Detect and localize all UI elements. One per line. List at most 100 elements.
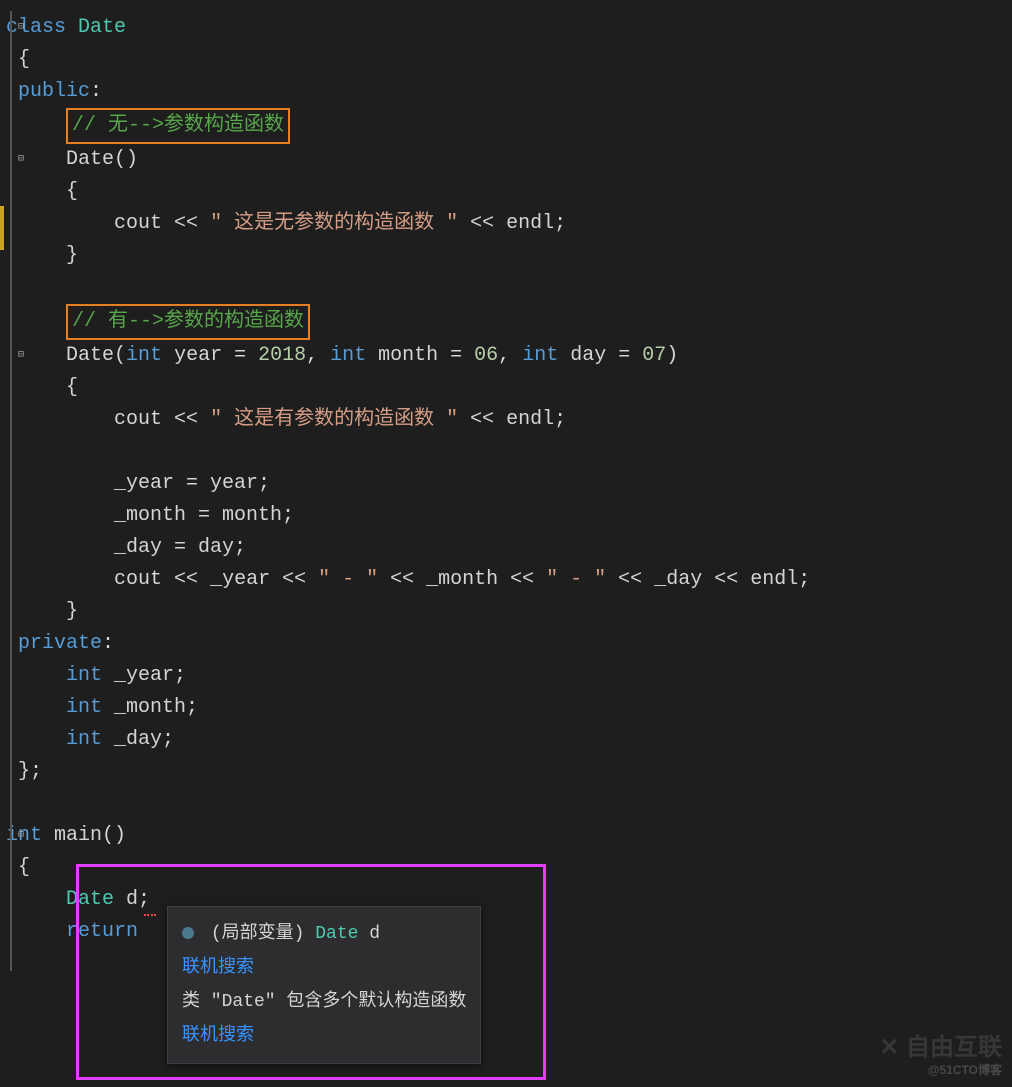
endl: endl: [506, 212, 554, 235]
number: 2018: [258, 344, 306, 367]
var-decl: d: [114, 888, 138, 911]
cout: cout: [114, 212, 162, 235]
code-line[interactable]: [6, 788, 1012, 820]
code-line[interactable]: // 有-->参数的构造函数: [6, 304, 1012, 340]
code-line[interactable]: _year = year;: [6, 468, 1012, 500]
code-line[interactable]: {: [6, 372, 1012, 404]
var: _year: [210, 568, 270, 591]
code-line[interactable]: cout << " 这是无参数的构造函数 " << endl;: [6, 208, 1012, 240]
tooltip-var-info: (局部变量) Date d: [182, 917, 466, 951]
op: <<: [378, 568, 426, 591]
brace: }: [18, 244, 78, 267]
op: <<: [702, 568, 750, 591]
semi: ;: [554, 408, 566, 431]
code-line[interactable]: return: [6, 916, 1012, 948]
brace: }: [18, 600, 78, 623]
code-line[interactable]: };: [6, 756, 1012, 788]
code-line[interactable]: {: [6, 44, 1012, 76]
brace: {: [18, 48, 30, 71]
member: _year;: [102, 664, 186, 687]
code-line[interactable]: {: [6, 852, 1012, 884]
comment: // 无-->参数构造函数: [72, 114, 284, 137]
op: <<: [458, 408, 506, 431]
gutter-marker: [10, 11, 12, 971]
main-fn: main: [42, 824, 102, 847]
brace-semi: };: [18, 760, 42, 783]
code-line[interactable]: public:: [6, 76, 1012, 108]
keyword-public: public: [18, 80, 90, 103]
comma: ,: [498, 344, 522, 367]
cout: cout: [114, 568, 162, 591]
keyword-return: return: [66, 920, 138, 943]
op: <<: [606, 568, 654, 591]
semi: ;: [798, 568, 810, 591]
brace: {: [18, 376, 78, 399]
parens: (): [114, 148, 138, 171]
gutter-marker: [0, 206, 4, 250]
code-line[interactable]: ⊟ Date(int year = 2018, int month = 06, …: [6, 340, 1012, 372]
code-line[interactable]: int _year;: [6, 660, 1012, 692]
code-line[interactable]: Date d;: [6, 884, 1012, 916]
var: _day: [654, 568, 702, 591]
type-int: int: [126, 344, 162, 367]
comma: ,: [306, 344, 330, 367]
string-literal: " 这是无参数的构造函数 ": [210, 212, 458, 235]
tooltip-error-message: 类 "Date" 包含多个默认构造函数: [182, 985, 466, 1019]
statement: _year = year;: [18, 472, 270, 495]
code-line[interactable]: [6, 436, 1012, 468]
statement: _day = day;: [18, 536, 246, 559]
op: <<: [162, 568, 210, 591]
code-line[interactable]: ⊟class Date: [6, 12, 1012, 44]
code-line[interactable]: cout << _year << " - " << _month << " - …: [6, 564, 1012, 596]
op: <<: [498, 568, 546, 591]
constructor-name: Date: [66, 148, 114, 171]
cout: cout: [114, 408, 162, 431]
code-line[interactable]: _month = month;: [6, 500, 1012, 532]
type-int: int: [66, 664, 102, 687]
statement: _month = month;: [18, 504, 294, 527]
intellisense-tooltip[interactable]: (局部变量) Date d 联机搜索 类 "Date" 包含多个默认构造函数 联…: [167, 906, 481, 1064]
tooltip-search-link-1[interactable]: 联机搜索: [182, 951, 466, 985]
member: _month;: [102, 696, 198, 719]
code-line[interactable]: private:: [6, 628, 1012, 660]
endl: endl: [506, 408, 554, 431]
type-int: int: [522, 344, 558, 367]
code-line[interactable]: int _month;: [6, 692, 1012, 724]
code-line[interactable]: ⊟int main(): [6, 820, 1012, 852]
code-line[interactable]: cout << " 这是有参数的构造函数 " << endl;: [6, 404, 1012, 436]
param: month =: [366, 344, 474, 367]
number: 07: [642, 344, 666, 367]
semi: ;: [138, 888, 150, 911]
keyword-private: private: [18, 632, 102, 655]
tooltip-type: Date: [315, 924, 358, 944]
brace: {: [18, 180, 78, 203]
code-line[interactable]: }: [6, 240, 1012, 272]
watermark: ✕ 自由互联 @51CTO博客: [879, 1034, 1002, 1077]
type-int: int: [66, 696, 102, 719]
code-line[interactable]: }: [6, 596, 1012, 628]
code-line[interactable]: [6, 272, 1012, 304]
op: <<: [458, 212, 506, 235]
tooltip-var: d: [369, 924, 380, 944]
code-line[interactable]: {: [6, 176, 1012, 208]
class-name: Date: [78, 16, 126, 39]
string-literal: " - ": [318, 568, 378, 591]
highlight-box-1: // 无-->参数构造函数: [66, 108, 290, 144]
type-date: Date: [66, 888, 114, 911]
param: day =: [558, 344, 642, 367]
code-editor[interactable]: ⊟class Date { public: // 无-->参数构造函数 ⊟ Da…: [0, 0, 1012, 960]
colon: :: [102, 632, 114, 655]
code-line[interactable]: // 无-->参数构造函数: [6, 108, 1012, 144]
op: <<: [162, 408, 210, 431]
code-line[interactable]: int _day;: [6, 724, 1012, 756]
type-int: int: [66, 728, 102, 751]
code-line[interactable]: _day = day;: [6, 532, 1012, 564]
tooltip-search-link-2[interactable]: 联机搜索: [182, 1019, 466, 1053]
code-line[interactable]: ⊟ Date(): [6, 144, 1012, 176]
variable-icon: [182, 927, 194, 939]
var: _month: [426, 568, 498, 591]
string-literal: " - ": [546, 568, 606, 591]
paren-close: ): [666, 344, 678, 367]
member: _day;: [102, 728, 174, 751]
op: <<: [162, 212, 210, 235]
